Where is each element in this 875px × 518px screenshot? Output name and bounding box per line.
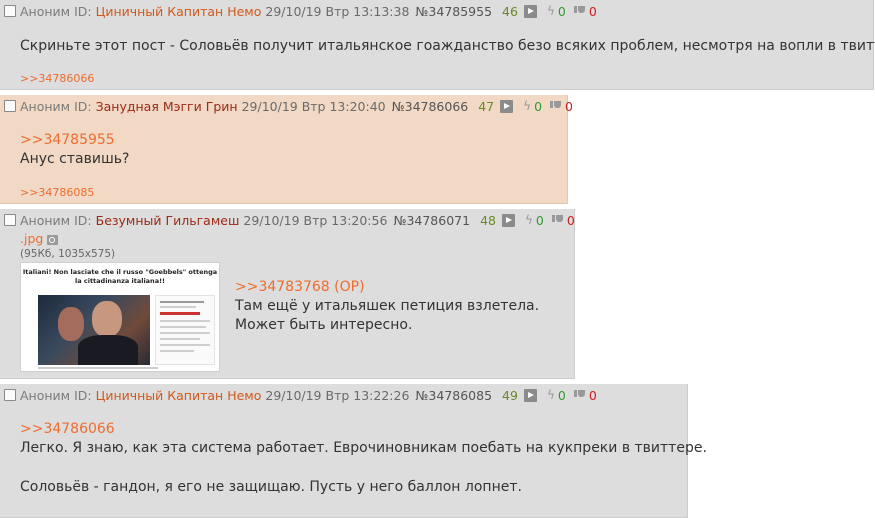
post-header: Аноним ID: Безумный Гильгамеш 29/10/19 В… <box>4 212 575 228</box>
lightning-icon[interactable]: ϟ <box>547 4 555 18</box>
thumbs-down-icon[interactable] <box>573 389 586 401</box>
thumbs-down-icon[interactable] <box>573 5 586 17</box>
post: Аноним ID: Безумный Гильгамеш 29/10/19 В… <box>0 209 575 379</box>
post-number[interactable]: №34786085 <box>415 388 492 403</box>
lightning-icon[interactable]: ϟ <box>525 213 533 227</box>
play-icon[interactable] <box>523 388 537 402</box>
image-title: Italiani! Non lasciate che il russo "Goe… <box>22 268 218 285</box>
post-select-checkbox[interactable] <box>4 5 16 17</box>
post-select-checkbox[interactable] <box>4 389 16 401</box>
poster-id: Занудная Мэгги Грин <box>95 98 238 114</box>
image-petition-panel <box>155 295 215 365</box>
post-count: 46 <box>502 3 518 19</box>
poster-id: Циничный Капитан Немо <box>95 3 262 19</box>
lightning-icon[interactable]: ϟ <box>523 99 531 113</box>
dislikes-count: 0 <box>565 98 573 114</box>
likes-count: 0 <box>557 3 566 19</box>
post-header: Аноним ID: Циничный Капитан Немо 29/10/1… <box>4 387 597 403</box>
reply-link[interactable]: >>34786066 <box>20 72 94 85</box>
post-datetime: 29/10/19 Втр 13:20:40 <box>241 98 386 114</box>
poster-name: Аноним ID: <box>20 3 92 19</box>
thumbs-down-icon[interactable] <box>550 100 562 112</box>
poster-id: Циничный Капитан Немо <box>95 387 262 403</box>
post-number[interactable]: №34785955 <box>415 4 492 19</box>
image-photo <box>38 295 150 365</box>
post-number[interactable]: №34786071 <box>393 213 470 228</box>
likes-count: 0 <box>557 387 566 403</box>
post-datetime: 29/10/19 Втр 13:20:56 <box>243 212 388 228</box>
post: Аноним ID: Циничный Капитан Немо 29/10/1… <box>0 384 707 518</box>
play-icon[interactable] <box>523 4 537 18</box>
post-message-line: Там ещё у итальяшек петиция взлетела. <box>235 298 540 314</box>
post-message-line: Может быть интересно. <box>235 317 413 333</box>
post-message-line: Соловьёв - гандон, я его не защищаю. Пус… <box>20 479 522 495</box>
post-count: 47 <box>478 98 495 114</box>
quote-link[interactable]: >>34786066 <box>20 420 115 439</box>
post-header: Аноним ID: Циничный Капитан Немо 29/10/1… <box>4 3 597 19</box>
post-datetime: 29/10/19 Втр 13:13:38 <box>265 3 410 19</box>
likes-count: 0 <box>534 98 543 114</box>
post-message-line: Легко. Я знаю, как эта система работает.… <box>20 440 707 456</box>
post-count: 49 <box>502 387 518 403</box>
post-message: Анус ставишь? <box>20 151 130 167</box>
image-thumbnail[interactable]: Italiani! Non lasciate che il russo "Goe… <box>20 262 220 372</box>
thumbs-down-icon[interactable] <box>551 214 564 226</box>
quote-link[interactable]: >>34785955 <box>20 131 115 150</box>
likes-count: 0 <box>535 212 544 228</box>
lightning-icon[interactable]: ϟ <box>547 388 555 402</box>
post-count: 48 <box>480 212 496 228</box>
poster-name: Аноним ID: <box>20 212 92 228</box>
poster-name: Аноним ID: <box>20 387 92 403</box>
file-info: (95Кб, 1035x575) <box>20 248 116 260</box>
post-message: Скриньте этот пост - Соловьёв получит ит… <box>20 38 875 54</box>
poster-id: Безумный Гильгамеш <box>95 212 240 228</box>
dislikes-count: 0 <box>566 212 575 228</box>
post-select-checkbox[interactable] <box>4 100 16 112</box>
dislikes-count: 0 <box>588 387 597 403</box>
play-icon[interactable] <box>501 213 515 227</box>
dislikes-count: 0 <box>588 3 597 19</box>
post-datetime: 29/10/19 Втр 13:22:26 <box>265 387 410 403</box>
zoom-icon[interactable] <box>47 234 59 245</box>
post-number[interactable]: №34786066 <box>392 99 469 114</box>
reply-link[interactable]: >>34786085 <box>20 186 94 199</box>
poster-name: Аноним ID: <box>20 98 92 114</box>
play-icon[interactable] <box>500 99 514 113</box>
file-link[interactable]: .jpg <box>20 231 59 246</box>
post-select-checkbox[interactable] <box>4 214 16 226</box>
post: Аноним ID: Циничный Капитан Немо 29/10/1… <box>0 0 875 90</box>
post-header: Аноним ID: Занудная Мэгги Грин 29/10/19 … <box>4 98 573 114</box>
quote-link[interactable]: >>34783768 (OP) <box>235 278 365 297</box>
post: Аноним ID: Занудная Мэгги Грин 29/10/19 … <box>0 95 573 204</box>
